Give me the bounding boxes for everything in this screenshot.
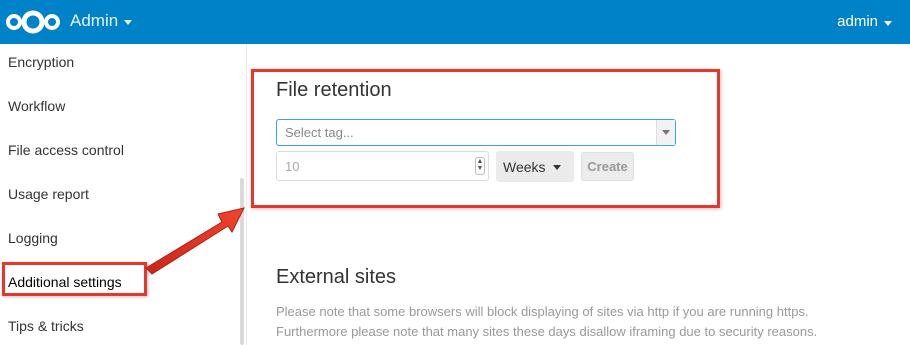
- sidebar-item-usage-report[interactable]: Usage report: [8, 186, 89, 202]
- user-name: admin: [837, 13, 878, 30]
- chevron-down-icon: [884, 20, 892, 26]
- app-menu-button[interactable]: Admin: [70, 11, 133, 31]
- sidebar-item-encryption[interactable]: Encryption: [8, 54, 74, 70]
- external-sites-note-line-1: Please note that some browsers will bloc…: [276, 304, 809, 319]
- external-sites-note-line-2: Furthermore please note that many sites …: [276, 324, 818, 339]
- external-sites-title: External sites: [276, 266, 397, 288]
- sidebar-item-file-access-control[interactable]: File access control: [8, 142, 124, 158]
- stepper-arrows-icon[interactable]: ▲ ▼: [475, 157, 485, 175]
- chevron-down-icon: [553, 165, 561, 170]
- create-button[interactable]: Create: [581, 152, 634, 181]
- sidebar-item-workflow[interactable]: Workflow: [8, 98, 65, 114]
- select-tag-dropdown[interactable]: Select tag...: [276, 119, 676, 146]
- top-header: Admin admin: [0, 0, 910, 44]
- chevron-down-icon: [656, 120, 675, 145]
- user-menu-button[interactable]: admin: [837, 13, 892, 30]
- file-retention-title: File retention: [276, 79, 392, 101]
- nextcloud-logo-icon[interactable]: [4, 8, 62, 36]
- retention-amount-value: 10: [285, 159, 300, 174]
- chevron-down-icon: [124, 20, 133, 25]
- annotation-arrow-icon: [145, 207, 245, 275]
- retention-amount-input[interactable]: 10 ▲ ▼: [276, 151, 489, 181]
- app-menu-label: Admin: [70, 11, 119, 30]
- sidebar-item-logging[interactable]: Logging: [8, 230, 58, 246]
- retention-unit-select[interactable]: Weeks: [496, 151, 574, 182]
- select-tag-placeholder: Select tag...: [285, 125, 354, 140]
- retention-unit-label: Weeks: [503, 159, 546, 175]
- annotation-highlight-box: [2, 262, 147, 296]
- sidebar-item-tips-tricks[interactable]: Tips & tricks: [8, 318, 84, 334]
